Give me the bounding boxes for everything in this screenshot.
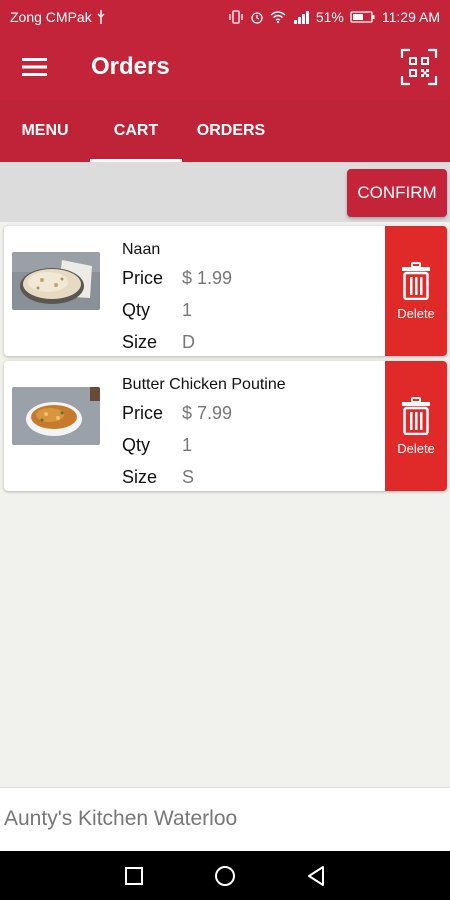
item-details: Butter Chicken Poutine Price $ 7.99 Qty … bbox=[122, 373, 382, 491]
price-label: Price bbox=[122, 403, 164, 423]
page-title: Orders bbox=[91, 53, 170, 80]
qty-label: Qty bbox=[122, 300, 151, 320]
qr-scan-button[interactable] bbox=[400, 48, 438, 86]
vibrate-icon bbox=[229, 10, 243, 24]
app-bar: Orders bbox=[0, 34, 450, 100]
alarm-icon bbox=[251, 12, 263, 24]
qty-value: 1 bbox=[182, 300, 193, 320]
cart-toolbar: CONFIRM bbox=[0, 162, 450, 222]
size-label: Size bbox=[122, 467, 158, 487]
size-value: D bbox=[182, 332, 195, 352]
cart-item: Butter Chicken Poutine Price $ 7.99 Qty … bbox=[4, 361, 447, 491]
delete-button[interactable]: Delete bbox=[385, 226, 447, 356]
wifi-icon bbox=[270, 11, 286, 24]
qty-value: 1 bbox=[182, 435, 193, 455]
delete-button[interactable]: Delete bbox=[385, 361, 447, 491]
trash-icon bbox=[402, 261, 430, 300]
tab-orders[interactable]: ORDERS bbox=[182, 100, 280, 162]
battery-percent: 51% bbox=[315, 9, 344, 25]
price-row: Price $ 7.99 bbox=[122, 397, 382, 429]
qty-row: Qty 1 bbox=[122, 294, 382, 326]
price-value: $ 1.99 bbox=[182, 268, 233, 288]
price-label: Price bbox=[122, 268, 164, 288]
restaurant-footer: Aunty's Kitchen Waterloo bbox=[0, 787, 450, 851]
tab-bar: MENU CART ORDERS bbox=[0, 100, 450, 162]
carrier-name: Zong CMPak bbox=[10, 9, 92, 25]
trash-icon bbox=[402, 396, 430, 435]
restaurant-name: Aunty's Kitchen Waterloo bbox=[4, 807, 238, 830]
usb-icon bbox=[97, 10, 105, 24]
size-label: Size bbox=[122, 332, 158, 352]
confirm-button[interactable]: CONFIRM bbox=[347, 169, 447, 217]
delete-label: Delete bbox=[397, 440, 435, 456]
delete-label: Delete bbox=[397, 305, 435, 321]
price-value: $ 7.99 bbox=[182, 403, 233, 423]
qty-label: Qty bbox=[122, 435, 151, 455]
tab-menu[interactable]: MENU bbox=[0, 100, 90, 162]
item-name: Butter Chicken Poutine bbox=[122, 376, 286, 393]
back-icon[interactable] bbox=[306, 865, 326, 887]
signal-icon bbox=[293, 11, 309, 24]
home-icon[interactable] bbox=[214, 865, 236, 887]
size-row: Size S bbox=[122, 461, 382, 491]
food-image-butter-chicken-poutine bbox=[12, 387, 100, 445]
size-row: Size D bbox=[122, 326, 382, 356]
hamburger-icon bbox=[22, 58, 47, 76]
tab-cart[interactable]: CART bbox=[90, 100, 182, 162]
qty-row: Qty 1 bbox=[122, 429, 382, 461]
clock: 11:29 AM bbox=[381, 9, 440, 25]
system-nav-bar bbox=[0, 851, 450, 900]
price-row: Price $ 1.99 bbox=[122, 262, 382, 294]
item-name: Naan bbox=[122, 241, 161, 258]
food-image-naan bbox=[12, 252, 100, 310]
cart-item: Naan Price $ 1.99 Qty 1 Size D Delete bbox=[4, 226, 447, 356]
item-details: Naan Price $ 1.99 Qty 1 Size D bbox=[122, 238, 382, 356]
battery-icon bbox=[350, 11, 375, 23]
status-bar: Zong CMPak 51% 11:29 AM bbox=[0, 0, 450, 34]
recent-apps-icon[interactable] bbox=[124, 866, 144, 886]
qr-scanner-icon bbox=[400, 48, 438, 86]
size-value: S bbox=[182, 467, 195, 487]
hamburger-menu-button[interactable] bbox=[0, 34, 70, 100]
